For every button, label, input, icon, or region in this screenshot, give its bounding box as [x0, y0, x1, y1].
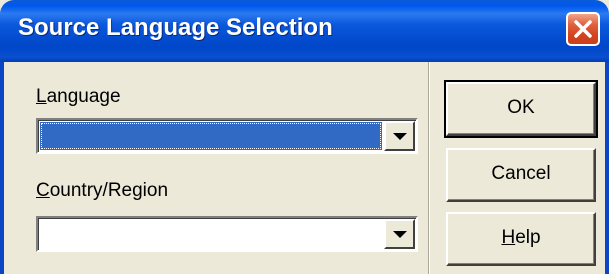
- window-title: Source Language Selection: [18, 14, 333, 41]
- country-label-mnemonic: C: [36, 180, 50, 201]
- country-region-label: Country/Region: [36, 180, 168, 202]
- language-label: Language: [36, 86, 121, 108]
- window-border-right: [605, 62, 609, 274]
- help-button-mnemonic: H: [501, 227, 516, 248]
- dialog-window: Source Language Selection Language Count…: [0, 0, 609, 274]
- language-label-text: anguage: [46, 86, 121, 107]
- country-region-dropdown-button[interactable]: [384, 219, 415, 249]
- help-button[interactable]: Help: [446, 212, 596, 266]
- language-label-mnemonic: L: [36, 86, 47, 107]
- help-button-text: elp: [515, 227, 541, 248]
- title-bar[interactable]: Source Language Selection: [0, 0, 609, 62]
- close-button[interactable]: [566, 12, 600, 46]
- cancel-button[interactable]: Cancel: [446, 148, 596, 202]
- country-region-selected-value[interactable]: [40, 220, 382, 248]
- country-label-text: ountry/Region: [49, 180, 169, 201]
- language-dropdown-button[interactable]: [384, 121, 415, 151]
- language-selected-value[interactable]: [40, 122, 382, 150]
- chevron-down-icon: [393, 133, 407, 140]
- country-region-combobox[interactable]: [36, 216, 418, 252]
- chevron-down-icon: [393, 231, 407, 238]
- close-icon: [574, 20, 592, 38]
- window-border-left: [0, 62, 4, 274]
- language-combobox[interactable]: [36, 118, 418, 154]
- vertical-divider: [428, 62, 429, 274]
- ok-button[interactable]: OK: [444, 80, 598, 138]
